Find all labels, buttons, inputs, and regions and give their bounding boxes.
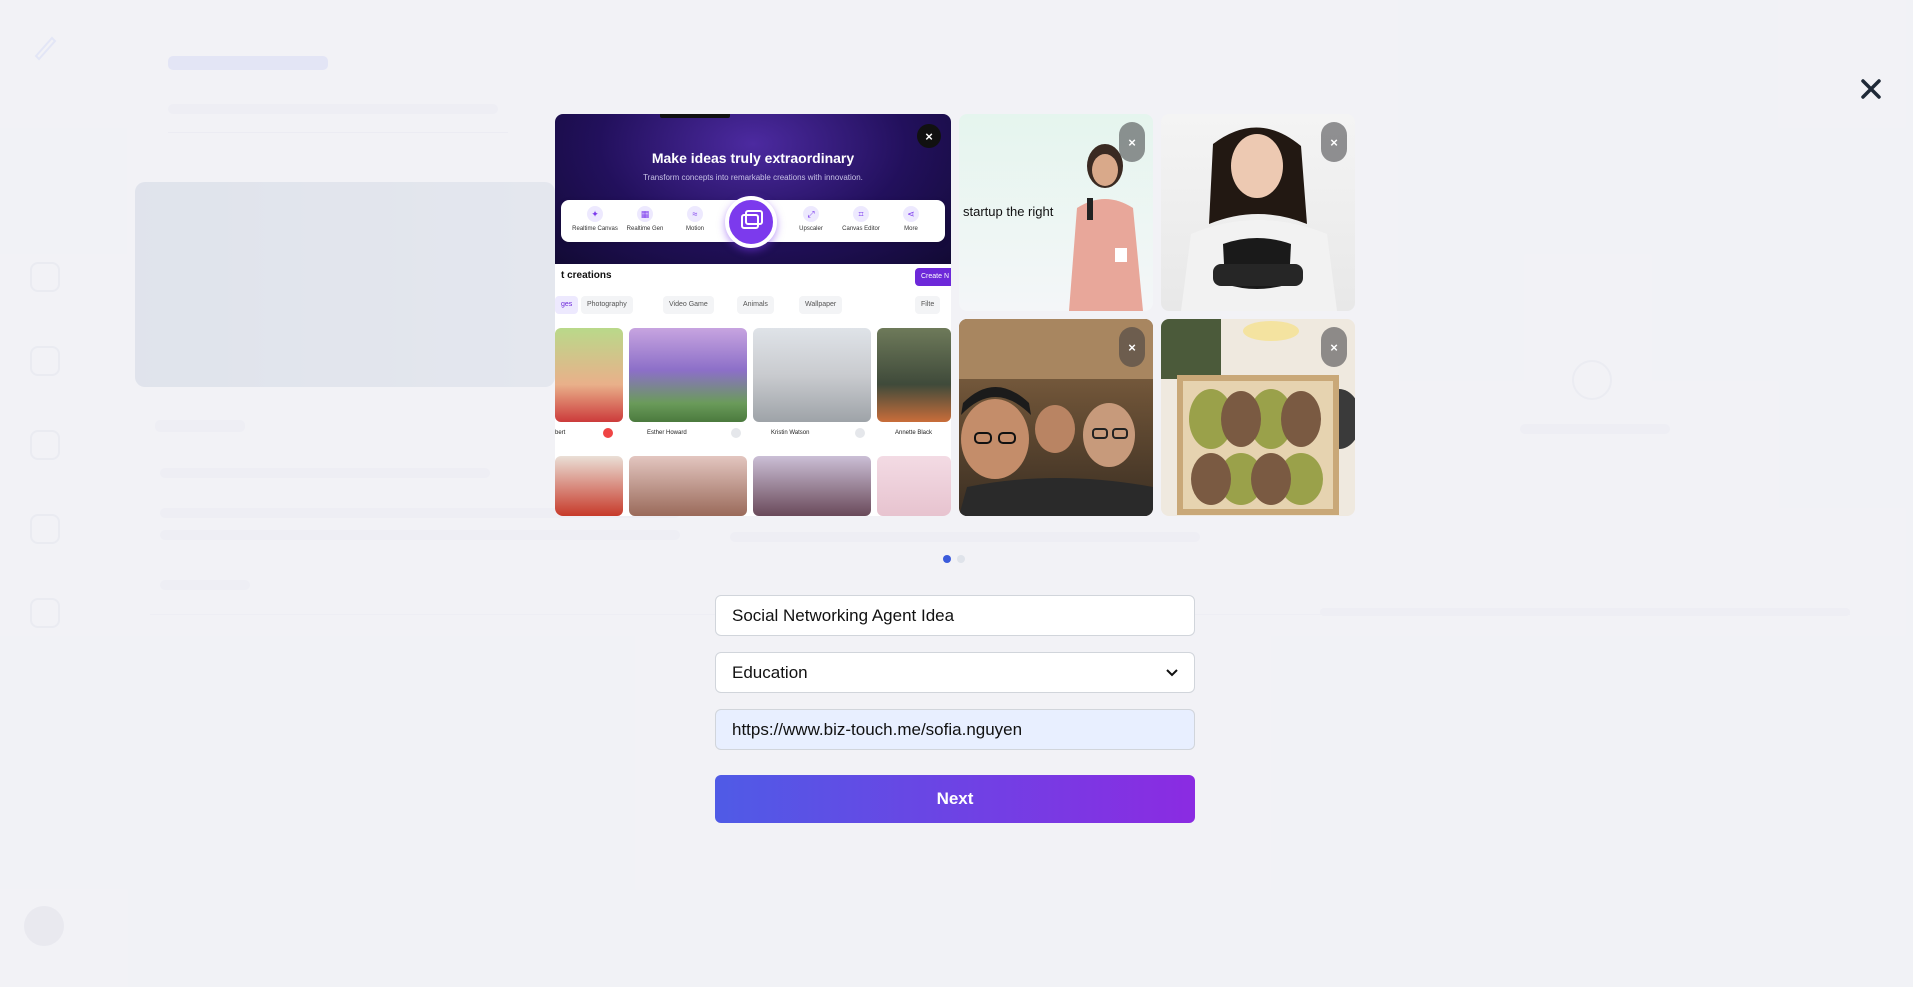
remove-image-button[interactable]: ×	[1321, 122, 1347, 162]
preview-thumb	[629, 328, 747, 422]
preview-tool: ⌗ Canvas Editor	[833, 206, 889, 232]
gallery-image-soba-noodles[interactable]: ×	[1161, 319, 1355, 516]
close-button[interactable]	[1858, 76, 1884, 102]
preview-hero-subtitle: Transform concepts into remarkable creat…	[643, 173, 863, 182]
remove-image-button[interactable]: ×	[917, 124, 941, 148]
preview-author: bert	[555, 430, 566, 436]
preview-top-bar	[660, 114, 730, 118]
preview-tool: ✦ Realtime Canvas	[567, 206, 623, 232]
remove-image-button[interactable]: ×	[1119, 122, 1145, 162]
preview-tool: ▦ Realtime Gen	[617, 206, 673, 232]
agent-name-value: Social Networking Agent Idea	[732, 605, 955, 625]
preview-thumb	[555, 456, 623, 516]
preview-chip: Filte	[915, 296, 941, 314]
preview-chip: Animals	[737, 296, 774, 314]
gallery-image-event-selfie[interactable]: ×	[959, 319, 1153, 516]
preview-thumb	[753, 456, 871, 516]
image-gallery: Make ideas truly extraordinary Transform…	[555, 114, 1355, 516]
speaker-caption: startup the right	[963, 204, 1054, 219]
close-icon: ×	[1330, 339, 1338, 355]
gallery-image-portrait[interactable]: ×	[1161, 114, 1355, 311]
preview-tool: ⤢ Upscaler	[783, 206, 839, 232]
chevron-down-icon	[1166, 668, 1178, 676]
gallery-image-app-screenshot[interactable]: Make ideas truly extraordinary Transform…	[555, 114, 951, 516]
remove-image-button[interactable]: ×	[1119, 327, 1145, 367]
preview-thumb	[877, 456, 951, 516]
preview-chip: ges	[555, 296, 579, 314]
preview-tool: ⋖ More	[883, 206, 939, 232]
preview-thumb	[753, 328, 871, 422]
profile-url-value: https://www.biz-touch.me/sofia.nguyen	[732, 719, 1023, 739]
category-select[interactable]: Education	[715, 652, 1195, 693]
close-icon: ×	[1128, 339, 1136, 355]
close-icon: ×	[925, 128, 933, 144]
close-icon: ×	[1330, 134, 1338, 150]
preview-author: Annette Black	[895, 430, 933, 436]
preview-chip: Wallpaper	[799, 296, 843, 314]
gallery-pager	[943, 555, 965, 563]
preview-author: Kristin Watson	[771, 430, 810, 436]
preview-hero-title: Make ideas truly extraordinary	[651, 150, 855, 166]
preview-thumb	[629, 456, 747, 516]
close-icon: ×	[1128, 134, 1136, 150]
heart-icon	[731, 428, 741, 438]
heart-icon	[855, 428, 865, 438]
preview-author: Esther Howard	[647, 430, 687, 436]
preview-tool: ≈ Motion	[667, 206, 723, 232]
gallery-image-speaker[interactable]: startup the right ×	[959, 114, 1153, 311]
remove-image-button[interactable]: ×	[1321, 327, 1347, 367]
close-icon	[1861, 79, 1881, 99]
heart-icon	[603, 428, 613, 438]
preview-gallery-icon	[725, 196, 777, 248]
pager-dot[interactable]	[957, 555, 965, 563]
preview-thumb	[877, 328, 951, 422]
profile-url-input[interactable]: https://www.biz-touch.me/sofia.nguyen	[715, 709, 1195, 750]
next-button[interactable]: Next	[715, 775, 1195, 823]
preview-chip: Video Game	[663, 296, 714, 314]
preview-thumb	[555, 328, 623, 422]
category-value: Education	[732, 662, 808, 682]
preview-create-button: Create N	[915, 268, 951, 286]
preview-section-title: t creations	[561, 270, 612, 281]
preview-chip: Photography	[581, 296, 633, 314]
pager-dot[interactable]	[943, 555, 951, 563]
agent-name-input[interactable]: Social Networking Agent Idea	[715, 595, 1195, 636]
